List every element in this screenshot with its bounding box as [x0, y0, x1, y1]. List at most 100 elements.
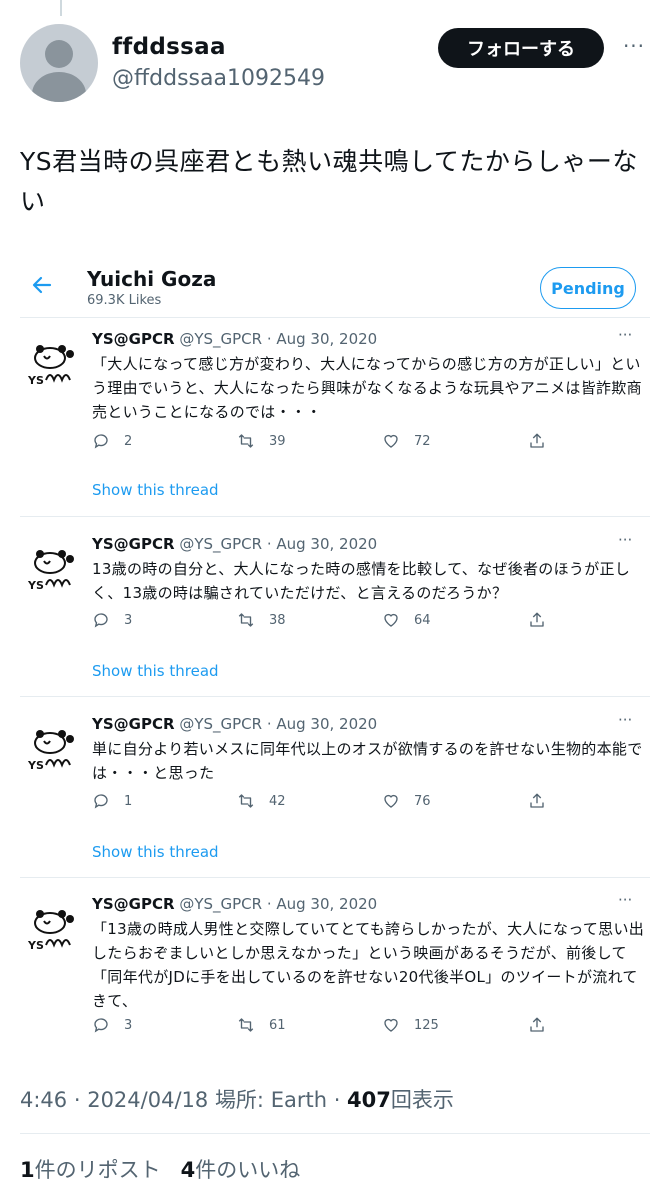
reply-action: 3: [92, 611, 132, 629]
reply-icon: [94, 794, 108, 809]
author-name: YS@GPCR: [92, 895, 175, 913]
like-icon: [384, 1018, 398, 1032]
reply-action: 3: [92, 1016, 132, 1034]
thread-connector-line: [60, 0, 62, 16]
divider: [20, 1133, 650, 1134]
more-icon: ···: [618, 326, 633, 344]
like-icon: [384, 434, 398, 448]
retweet-count: 42: [269, 793, 286, 809]
likes-label: 件のいいね: [195, 1158, 301, 1182]
show-thread-link: Show this thread: [92, 481, 219, 499]
default-avatar-icon[interactable]: [20, 24, 98, 102]
tweet-body: 単に自分より若いメスに同年代以上のオスが欲情するのを許せない生物的本能では・・・…: [92, 740, 643, 782]
reply-count: 3: [124, 612, 133, 628]
reply-icon: [94, 434, 108, 449]
embedded-screenshot[interactable]: Yuichi Goza 69.3K Likes Pending YS YS@GP…: [0, 255, 669, 1055]
profile-likes-count: 69.3K Likes: [87, 293, 162, 308]
svg-text:YS: YS: [27, 579, 44, 592]
tweet-author-line: YS@GPCR @YS_GPCR · Aug 30, 2020: [92, 330, 377, 348]
tweet-body: 13歳の時の自分と、大人になった時の感情を比較して、なぜ後者のほうが正しく、13…: [92, 560, 631, 602]
show-thread-link: Show this thread: [92, 843, 219, 861]
share-action: [528, 792, 546, 810]
share-icon: [530, 612, 544, 627]
tweet-actions: 2 39 72: [92, 432, 552, 454]
author-meta: @YS_GPCR · Aug 30, 2020: [179, 535, 378, 553]
divider: [20, 516, 650, 517]
tweet-author-line: YS@GPCR @YS_GPCR · Aug 30, 2020: [92, 535, 377, 553]
ys-avatar-icon: YS: [27, 345, 74, 387]
retweet-action: 61: [237, 1016, 286, 1034]
reposts-link[interactable]: 1件のリポスト: [20, 1158, 161, 1182]
like-icon: [384, 794, 398, 808]
author-name: YS@GPCR: [92, 715, 175, 733]
tweet-actions: 1 42 76: [92, 792, 552, 814]
reposts-count: 1: [20, 1158, 35, 1182]
retweet-icon: [238, 434, 254, 448]
retweet-icon: [238, 613, 254, 627]
retweet-count: 61: [269, 1017, 286, 1033]
svg-text:YS: YS: [27, 759, 44, 772]
back-arrow-icon: [32, 276, 52, 294]
reply-action: 1: [92, 792, 132, 810]
more-icon: ···: [618, 711, 633, 729]
share-icon: [530, 793, 544, 808]
share-action: [528, 611, 546, 629]
share-action: [528, 432, 546, 450]
tweet-header: ffddssaa @ffddssaa1092549 フォローする ···: [20, 24, 650, 104]
like-action: 125: [382, 1016, 439, 1034]
svg-text:YS: YS: [27, 939, 44, 952]
ys-avatar-icon: YS: [27, 550, 74, 592]
likes-link[interactable]: 4件のいいね: [181, 1158, 301, 1182]
profile-name: Yuichi Goza: [87, 267, 217, 291]
author-meta: @YS_GPCR · Aug 30, 2020: [179, 330, 378, 348]
like-count: 125: [414, 1017, 439, 1033]
user-handle[interactable]: @ffddssaa1092549: [112, 66, 325, 91]
reply-icon: [94, 1018, 108, 1033]
like-action: 76: [382, 792, 431, 810]
retweet-count: 38: [269, 612, 286, 628]
more-icon: ···: [618, 891, 633, 909]
retweet-count: 39: [269, 433, 286, 449]
tweet-author-line: YS@GPCR @YS_GPCR · Aug 30, 2020: [92, 895, 377, 913]
like-count: 76: [414, 793, 431, 809]
retweet-icon: [238, 1018, 254, 1032]
reposts-label: 件のリポスト: [34, 1158, 161, 1182]
divider: [20, 696, 650, 697]
follow-button[interactable]: フォローする: [438, 28, 604, 68]
ys-avatar-icon: YS: [27, 730, 74, 772]
retweet-icon: [238, 794, 254, 808]
ys-avatar-icon: YS: [27, 910, 74, 952]
author-name: YS@GPCR: [92, 535, 175, 553]
divider: [20, 317, 650, 318]
view-count: 407: [347, 1088, 391, 1112]
tweet-author-line: YS@GPCR @YS_GPCR · Aug 30, 2020: [92, 715, 377, 733]
display-name[interactable]: ffddssaa: [112, 34, 226, 60]
reply-icon: [94, 613, 108, 628]
svg-text:YS: YS: [27, 374, 44, 387]
like-count: 64: [414, 612, 431, 628]
tweet-time: 4:46: [20, 1088, 68, 1112]
author-meta: @YS_GPCR · Aug 30, 2020: [179, 895, 378, 913]
reply-action: 2: [92, 432, 132, 450]
share-icon: [530, 433, 544, 448]
reply-count: 3: [124, 1017, 133, 1033]
reply-count: 2: [124, 433, 133, 449]
more-icon: ···: [618, 531, 633, 549]
author-name: YS@GPCR: [92, 330, 175, 348]
author-meta: @YS_GPCR · Aug 30, 2020: [179, 715, 378, 733]
retweet-action: 39: [237, 432, 286, 450]
tweet-timestamp[interactable]: 4:46 · 2024/04/18 場所: Earth · 407回表示: [20, 1084, 454, 1114]
tweet-body: 「13歳の時成人男性と交際していてとても誇らしかったが、大人になって思い出したら…: [92, 920, 645, 1010]
share-icon: [530, 1017, 544, 1032]
tweet-actions: 3 61 125: [92, 1016, 552, 1038]
like-action: 72: [382, 432, 431, 450]
retweet-action: 42: [237, 792, 286, 810]
tweet-date: 2024/04/18: [87, 1088, 209, 1112]
more-icon[interactable]: ···: [618, 34, 650, 58]
reply-count: 1: [124, 793, 133, 809]
pending-button: Pending: [540, 267, 636, 309]
like-action: 64: [382, 611, 431, 629]
show-thread-link: Show this thread: [92, 662, 219, 680]
tweet-body: 「大人になって感じ方が変わり、大人になってからの感じ方の方が正しい」という理由で…: [92, 355, 642, 421]
retweet-action: 38: [237, 611, 286, 629]
